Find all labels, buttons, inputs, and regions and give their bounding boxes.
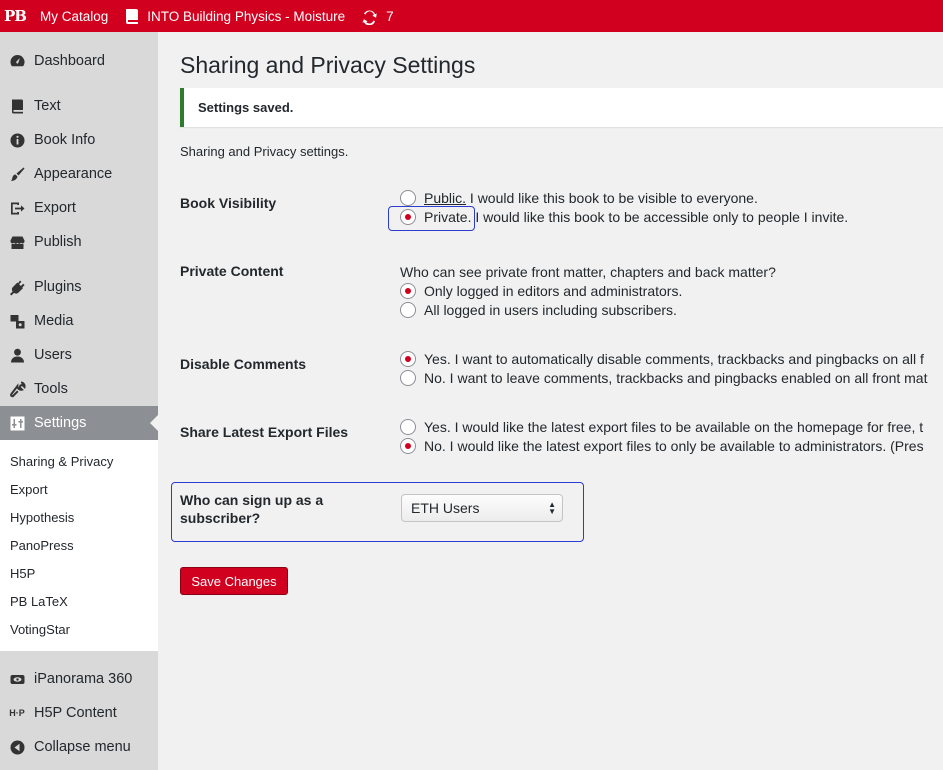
- save-changes-label: Save Changes: [191, 573, 277, 589]
- menu-label: Dashboard: [34, 53, 105, 69]
- disable-comments-label: Disable Comments: [180, 356, 307, 372]
- menu-media[interactable]: Media: [0, 304, 158, 338]
- media-icon: [0, 313, 34, 330]
- menu-label: Tools: [34, 381, 68, 397]
- menu-label: Plugins: [34, 279, 82, 295]
- submenu-pb-latex[interactable]: PB LaTeX: [10, 594, 68, 609]
- visibility-public-text: Public. I would like this book to be vis…: [424, 190, 758, 206]
- admin-sidebar: Dashboard Text Book Info Appearance Expo…: [0, 32, 158, 770]
- private-content-all-text: All logged in users including subscriber…: [424, 302, 677, 318]
- dashboard-icon: [0, 53, 34, 70]
- book-icon: [0, 98, 34, 115]
- share-export-label: Share Latest Export Files: [180, 424, 349, 440]
- menu-ipanorama[interactable]: iPanorama 360: [0, 662, 158, 696]
- signup-label-line2: subscriber?: [180, 510, 261, 526]
- share-export-yes-text: Yes. I would like the latest export file…: [424, 419, 924, 435]
- menu-dashboard[interactable]: Dashboard: [0, 44, 158, 78]
- panorama-icon: [0, 671, 34, 688]
- my-catalog-label: My Catalog: [40, 8, 109, 24]
- menu-users[interactable]: Users: [0, 338, 158, 372]
- menu-export[interactable]: Export: [0, 191, 158, 225]
- collapse-icon: [0, 739, 34, 756]
- book-icon: [124, 8, 140, 25]
- my-catalog-link[interactable]: My Catalog: [40, 0, 108, 32]
- menu-label: iPanorama 360: [34, 671, 133, 687]
- main-content: Sharing and Privacy Settings Settings sa…: [158, 32, 943, 770]
- settings-submenu: Sharing & Privacy Export Hypothesis Pano…: [0, 440, 158, 651]
- signup-select[interactable]: ETH Users ▲ ▼: [401, 494, 563, 522]
- menu-book-info[interactable]: Book Info: [0, 123, 158, 157]
- select-arrows-icon: ▲ ▼: [548, 500, 556, 516]
- submenu-h5p[interactable]: H5P: [10, 566, 35, 581]
- menu-appearance[interactable]: Appearance: [0, 157, 158, 191]
- user-icon: [0, 347, 34, 364]
- disable-comments-yes-radio[interactable]: [400, 351, 416, 367]
- signup-selected-value: ETH Users: [411, 500, 480, 516]
- submenu-export[interactable]: Export: [10, 482, 48, 497]
- submenu-sharing-privacy[interactable]: Sharing & Privacy: [10, 454, 113, 469]
- save-changes-button[interactable]: Save Changes: [180, 567, 288, 595]
- visibility-private-text: Private. I would like this book to be ac…: [424, 209, 849, 225]
- share-export-no-radio[interactable]: [400, 438, 416, 454]
- menu-label: Media: [34, 313, 74, 329]
- signup-label-line1: Who can sign up as a: [180, 492, 324, 508]
- menu-label: Settings: [34, 415, 87, 431]
- submenu-hypothesis[interactable]: Hypothesis: [10, 510, 74, 525]
- menu-label: Book Info: [34, 132, 96, 148]
- submenu-votingstar[interactable]: VotingStar: [10, 622, 70, 637]
- share-export-yes-radio[interactable]: [400, 419, 416, 435]
- book-title: INTO Building Physics - Moisture: [147, 8, 346, 24]
- private-content-editors-radio[interactable]: [400, 283, 416, 299]
- h5p-icon: H·P: [9, 708, 25, 718]
- visibility-private-radio[interactable]: [400, 209, 416, 225]
- menu-label: Collapse menu: [34, 739, 131, 755]
- updates-count: 7: [386, 8, 394, 24]
- menu-label: Export: [34, 200, 76, 216]
- submenu-panopress[interactable]: PanoPress: [10, 538, 74, 553]
- menu-plugins[interactable]: Plugins: [0, 270, 158, 304]
- private-content-editors-text: Only logged in editors and administrator…: [424, 283, 683, 299]
- menu-label: Text: [34, 98, 61, 114]
- disable-comments-no-radio[interactable]: [400, 370, 416, 386]
- plug-icon: [0, 279, 34, 296]
- menu-h5p-content[interactable]: H·P H5P Content: [0, 696, 158, 730]
- private-content-question: Who can see private front matter, chapte…: [400, 264, 776, 280]
- settings-icon: [0, 415, 34, 432]
- menu-label: H5P Content: [34, 705, 117, 721]
- page-title: Sharing and Privacy Settings: [180, 52, 476, 78]
- updates-link[interactable]: 7: [361, 0, 394, 32]
- disable-comments-no-text: No. I want to leave comments, trackbacks…: [424, 370, 928, 386]
- collapse-menu-button[interactable]: Collapse menu: [0, 730, 158, 764]
- menu-label: Publish: [34, 234, 82, 250]
- export-icon: [0, 200, 34, 217]
- settings-saved-notice: Settings saved.: [180, 88, 943, 127]
- admin-bar: PB My Catalog INTO Building Physics - Mo…: [0, 0, 943, 32]
- wrench-icon: [0, 381, 34, 398]
- brush-icon: [0, 166, 34, 183]
- updates-icon: [361, 8, 378, 25]
- disable-comments-yes-text: Yes. I want to automatically disable com…: [424, 351, 924, 367]
- menu-text[interactable]: Text: [0, 89, 158, 123]
- menu-settings[interactable]: Settings: [0, 406, 158, 440]
- menu-tools[interactable]: Tools: [0, 372, 158, 406]
- private-content-label: Private Content: [180, 263, 284, 279]
- notice-text: Settings saved.: [198, 100, 294, 115]
- store-icon: [0, 234, 34, 251]
- book-link[interactable]: INTO Building Physics - Moisture: [124, 0, 345, 32]
- share-export-no-text: No. I would like the latest export files…: [424, 438, 924, 454]
- info-icon: [0, 132, 34, 149]
- pressbooks-logo[interactable]: PB: [0, 0, 30, 32]
- menu-label: Appearance: [34, 166, 113, 182]
- intro-text: Sharing and Privacy settings.: [180, 144, 349, 159]
- menu-publish[interactable]: Publish: [0, 225, 158, 259]
- menu-label: Users: [34, 347, 72, 363]
- private-content-all-radio[interactable]: [400, 302, 416, 318]
- visibility-public-radio[interactable]: [400, 190, 416, 206]
- book-visibility-label: Book Visibility: [180, 195, 277, 211]
